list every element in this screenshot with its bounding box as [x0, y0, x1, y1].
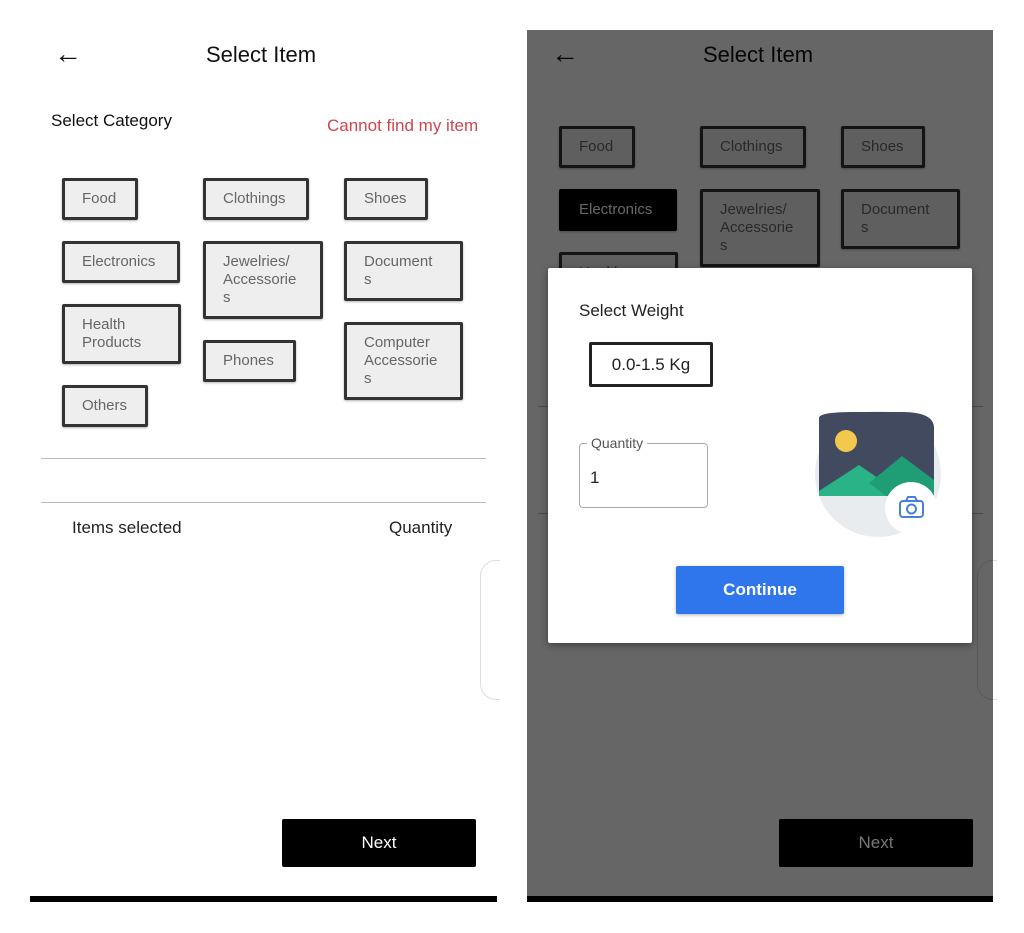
bottom-bar — [527, 896, 993, 902]
side-handle[interactable] — [480, 560, 500, 700]
category-chip[interactable]: Others — [62, 385, 148, 427]
category-chip[interactable]: Food — [62, 178, 138, 220]
divider — [41, 502, 486, 503]
select-item-screen: ← Select Item Select Category Cannot fin… — [30, 0, 500, 933]
quantity-input[interactable]: Quantity 1 — [579, 435, 708, 508]
quantity-header: Quantity — [389, 518, 453, 537]
select-weight-dialog: Select Weight 0.0-1.5 Kg Quantity 1 Cont… — [548, 268, 972, 643]
back-arrow-icon[interactable]: ← — [54, 40, 82, 68]
category-chip[interactable]: Document s — [344, 241, 463, 301]
category-chip[interactable]: Health Products — [62, 304, 181, 364]
category-chip[interactable]: Electronics — [62, 241, 180, 283]
category-chip[interactable]: Clothings — [203, 178, 309, 220]
quantity-value: 1 — [590, 468, 600, 487]
category-chip[interactable]: Shoes — [344, 178, 428, 220]
select-category-label: Select Category — [51, 111, 172, 130]
quantity-label: Quantity — [587, 435, 648, 451]
page-title: Select Item — [206, 42, 317, 67]
image-placeholder-icon[interactable] — [814, 408, 942, 538]
select-weight-screen: ← Select Item FoodClothingsShoesElectron… — [527, 0, 997, 933]
divider — [41, 458, 486, 459]
category-chip[interactable]: Jewelries/ Accessorie s — [203, 241, 323, 319]
next-button-dimmed: Next — [779, 819, 973, 867]
camera-icon — [885, 482, 937, 534]
cannot-find-item-link[interactable]: Cannot find my item — [327, 116, 478, 136]
category-chip[interactable]: Computer Accessorie s — [344, 322, 463, 400]
bottom-bar — [30, 896, 497, 902]
category-chip[interactable]: Phones — [203, 340, 296, 382]
continue-button[interactable]: Continue — [676, 566, 844, 614]
weight-option-chip[interactable]: 0.0-1.5 Kg — [589, 342, 713, 387]
dialog-title: Select Weight — [579, 301, 684, 320]
items-selected-header: Items selected — [72, 518, 182, 537]
next-button[interactable]: Next — [282, 819, 476, 867]
